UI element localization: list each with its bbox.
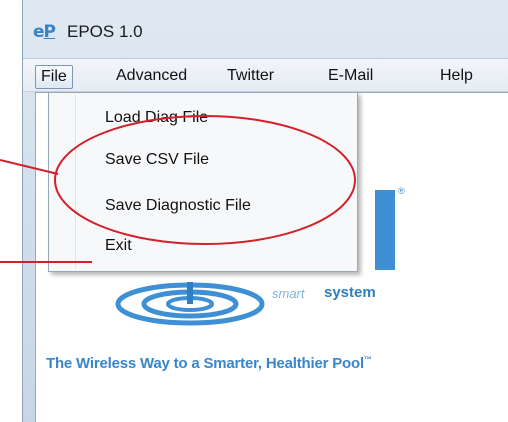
file-menu-dropdown: Load Diag File Save CSV File Save Diagno… bbox=[48, 92, 358, 272]
menu-item-save-diagnostic-file[interactable]: Save Diagnostic File bbox=[105, 193, 251, 219]
menu-advanced[interactable]: Advanced bbox=[111, 65, 192, 89]
menu-email[interactable]: E-Mail bbox=[323, 65, 378, 89]
menu-bar: File Advanced Twitter E-Mail Help bbox=[23, 58, 508, 92]
water-ripple-logo-icon bbox=[115, 282, 265, 326]
menu-twitter[interactable]: Twitter bbox=[222, 65, 279, 89]
title-bar: eP EPOS 1.0 bbox=[23, 0, 508, 58]
brand-smart-text: smart bbox=[272, 286, 305, 301]
menu-item-load-diag-file[interactable]: Load Diag File bbox=[105, 105, 208, 131]
menu-file[interactable]: File bbox=[35, 65, 73, 89]
epos-app-icon: eP bbox=[33, 22, 56, 42]
registered-mark: ® bbox=[398, 186, 405, 196]
menu-item-save-csv-file[interactable]: Save CSV File bbox=[105, 147, 209, 173]
menu-gutter-divider bbox=[75, 95, 76, 269]
logo-letter-l bbox=[375, 190, 395, 270]
menu-help[interactable]: Help bbox=[435, 65, 478, 89]
tagline: The Wireless Way to a Smarter, Healthier… bbox=[46, 355, 372, 372]
window-title: EPOS 1.0 bbox=[67, 22, 143, 41]
brand-system-text: system bbox=[324, 284, 376, 301]
menu-item-exit[interactable]: Exit bbox=[105, 233, 132, 259]
